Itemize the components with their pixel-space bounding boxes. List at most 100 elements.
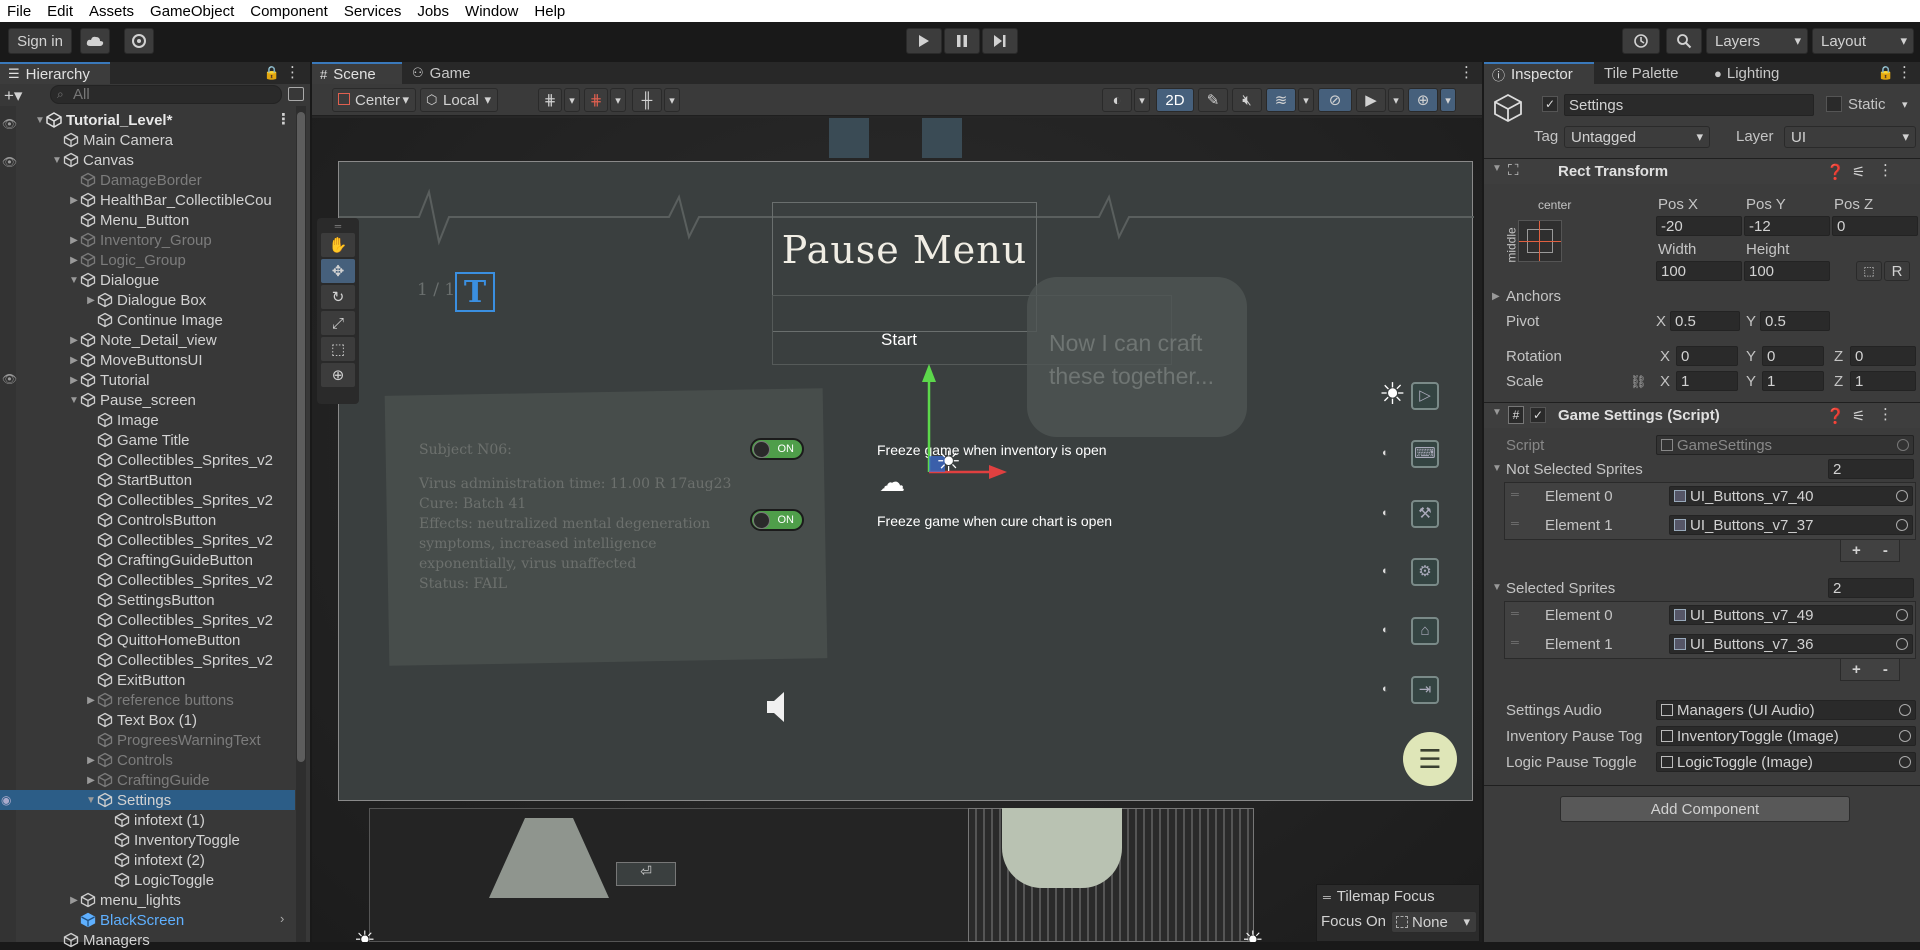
drag-handle-icon[interactable]: ═ — [1511, 637, 1519, 649]
crafting-side-button[interactable]: ⚒ — [1411, 500, 1439, 528]
pivot-x-field[interactable]: 0.5 — [1670, 311, 1740, 331]
kebab-menu-icon[interactable]: ⋮ — [276, 110, 291, 128]
hierarchy-item[interactable]: ▶ Dialogue Box — [0, 290, 295, 310]
hierarchy-item[interactable]: ▶ Logic_Group — [0, 250, 295, 270]
grid-snap-dropdown[interactable]: ▾ — [564, 88, 580, 112]
hidden-objects-toggle[interactable]: ⊘ — [1318, 88, 1352, 112]
preset-icon[interactable]: ⚟ — [1852, 163, 1865, 181]
tag-dropdown[interactable]: Untagged — [1564, 126, 1710, 148]
expand-arrow-icon[interactable]: ▶ — [85, 755, 97, 766]
menu-edit[interactable]: Edit — [40, 3, 82, 20]
expand-arrow-icon[interactable]: ▼ — [85, 795, 97, 806]
object-picker-icon[interactable] — [1896, 638, 1908, 650]
hierarchy-item[interactable]: ControlsButton — [0, 510, 295, 530]
object-picker-icon[interactable] — [1896, 490, 1908, 502]
blueprint-mode-button[interactable]: ⬚ — [1856, 261, 1882, 281]
menu-jobs[interactable]: Jobs — [410, 3, 458, 20]
menu-assets[interactable]: Assets — [82, 3, 143, 20]
hierarchy-item[interactable]: Collectibles_Sprites_v2 — [0, 650, 295, 670]
prefab-open-icon[interactable]: › — [280, 911, 284, 926]
canvas-frame[interactable]: 1 / 1 T Pause Menu Start Subject N06: Vi… — [338, 161, 1474, 801]
kebab-menu-icon[interactable]: ⋮ — [285, 63, 300, 81]
sign-in-button[interactable]: Sign in — [8, 28, 72, 54]
object-picker-icon[interactable] — [1896, 519, 1908, 531]
rot-x-field[interactable]: 0 — [1676, 346, 1738, 366]
hierarchy-item[interactable]: Collectibles_Sprites_v2 — [0, 570, 295, 590]
expand-arrow-icon[interactable]: ▶ — [68, 355, 80, 366]
inventory-pause-toggle-field[interactable]: InventoryToggle (Image) — [1656, 726, 1916, 746]
space-dropdown[interactable]: ⬡ Local — [420, 88, 498, 112]
add-element-button[interactable]: + — [1852, 661, 1861, 678]
hierarchy-item[interactable]: CraftingGuideButton — [0, 550, 295, 570]
layer-dropdown[interactable]: UI — [1784, 126, 1916, 148]
scene-viewport[interactable]: 1 / 1 T Pause Menu Start Subject N06: Vi… — [312, 118, 1482, 942]
inventory-toggle[interactable]: ON — [750, 438, 804, 460]
hierarchy-item[interactable]: ▶ HealthBar_CollectibleCou — [0, 190, 295, 210]
settings-side-button[interactable]: ⚙ — [1411, 558, 1439, 586]
not-selected-size-field[interactable]: 2 — [1828, 459, 1914, 479]
tab-inspector[interactable]: ⓘ Inspector — [1484, 62, 1594, 84]
ruler-button[interactable]: ╫ — [632, 88, 662, 112]
hierarchy-item[interactable]: ▼ Dialogue — [0, 270, 295, 290]
hierarchy-item[interactable]: InventoryToggle — [0, 830, 295, 850]
kebab-menu-icon[interactable]: ⋮ — [1897, 63, 1912, 81]
settings-audio-field[interactable]: Managers (UI Audio) — [1656, 700, 1916, 720]
expand-arrow-icon[interactable]: ▶ — [68, 895, 80, 906]
hierarchy-item[interactable]: infotext (2) — [0, 850, 295, 870]
hierarchy-item[interactable]: Collectibles_Sprites_v2 — [0, 610, 295, 630]
tab-scene[interactable]: # Scene — [312, 62, 402, 84]
collab-button[interactable] — [124, 28, 154, 54]
remove-element-button[interactable]: - — [1883, 542, 1888, 559]
expand-arrow-icon[interactable]: ▶ — [68, 375, 80, 386]
hierarchy-item[interactable]: Collectibles_Sprites_v2 — [0, 490, 295, 510]
component-enabled-checkbox[interactable]: ✓ — [1530, 407, 1546, 423]
pause-button[interactable] — [944, 28, 980, 54]
hierarchy-item[interactable]: Main Camera — [0, 130, 295, 150]
hierarchy-item[interactable]: Collectibles_Sprites_v2 — [0, 530, 295, 550]
scale-z-field[interactable]: 1 — [1850, 371, 1916, 391]
hierarchy-item[interactable]: Continue Image — [0, 310, 295, 330]
expand-arrow-icon[interactable]: ▶ — [68, 255, 80, 266]
not-selected-element-0[interactable]: UI_Buttons_v7_40 — [1669, 486, 1913, 506]
hierarchy-item[interactable]: ▶ Inventory_Group — [0, 230, 295, 250]
object-picker-icon[interactable] — [1896, 609, 1908, 621]
hierarchy-item[interactable]: ▶ MoveButtonsUI — [0, 350, 295, 370]
object-picker-icon[interactable] — [1899, 704, 1911, 716]
hierarchy-item[interactable]: ▶ Controls — [0, 750, 295, 770]
hierarchy-item[interactable]: ▶ Tutorial — [0, 370, 295, 390]
not-selected-element-1[interactable]: UI_Buttons_v7_37 — [1669, 515, 1913, 535]
hierarchy-item[interactable]: SettingsButton — [0, 590, 295, 610]
hierarchy-item[interactable]: ProgreesWarningText — [0, 730, 295, 750]
hierarchy-item[interactable]: BlackScreen › — [0, 910, 295, 930]
collapse-arrow-icon[interactable]: ▼ — [1492, 163, 1502, 174]
menu-services[interactable]: Services — [337, 3, 411, 20]
focus-on-dropdown[interactable]: None — [1391, 911, 1477, 933]
selected-size-field[interactable]: 2 — [1828, 578, 1914, 598]
play-side-button[interactable]: ▷ — [1411, 382, 1439, 410]
collapse-arrow-icon[interactable]: ▼ — [1492, 582, 1502, 593]
transform-tool[interactable]: ⊕ — [320, 362, 356, 388]
hierarchy-item[interactable]: StartButton — [0, 470, 295, 490]
speaker-icon[interactable] — [765, 690, 791, 724]
effects-toggle[interactable]: ≋ — [1266, 88, 1296, 112]
layers-dropdown[interactable]: Layers — [1706, 28, 1808, 54]
expand-arrow-icon[interactable]: ▼ — [34, 115, 46, 126]
anchor-presets-button[interactable] — [1518, 220, 1562, 262]
logic-toggle[interactable]: ON — [750, 509, 804, 531]
audio-toggle[interactable]: 🔇︎ — [1232, 88, 1262, 112]
lock-icon[interactable]: 🔒 — [264, 65, 280, 81]
help-icon[interactable]: ❓ — [1826, 407, 1845, 425]
cloud-button[interactable] — [80, 28, 110, 54]
tab-hierarchy[interactable]: ☰ Hierarchy — [0, 62, 110, 84]
menu-help[interactable]: Help — [527, 3, 574, 20]
rot-z-field[interactable]: 0 — [1850, 346, 1916, 366]
gizmos-toggle[interactable]: ⊕ — [1408, 88, 1438, 112]
kebab-menu-icon[interactable]: ⋮ — [1459, 63, 1474, 81]
active-checkbox[interactable]: ✓ — [1542, 96, 1558, 112]
mode-2d-toggle[interactable]: 2D — [1156, 88, 1194, 112]
hierarchy-scrollbar[interactable] — [296, 106, 306, 942]
lock-icon[interactable]: 🔒 — [1878, 65, 1894, 81]
object-picker-icon[interactable] — [1899, 730, 1911, 742]
hierarchy-search-input[interactable]: ⌕ All — [50, 85, 282, 104]
remove-element-button[interactable]: - — [1883, 661, 1888, 678]
